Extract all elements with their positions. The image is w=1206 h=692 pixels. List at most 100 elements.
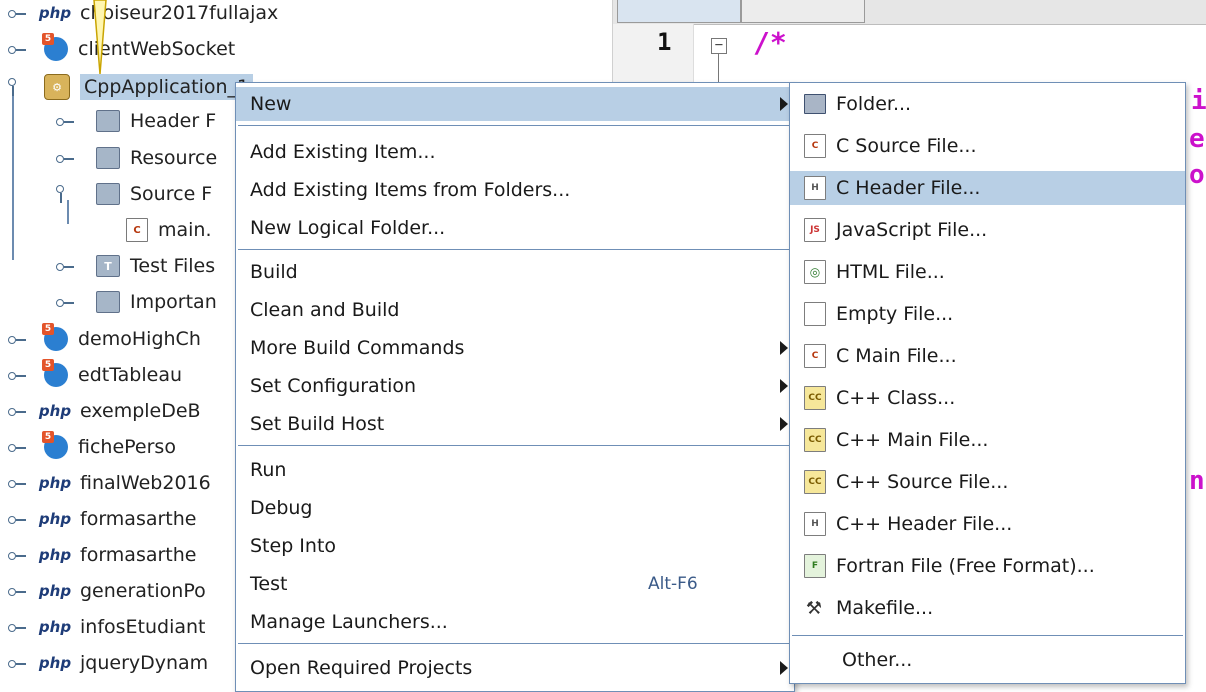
submenu-item-empty-file[interactable]: Empty File... — [790, 297, 1185, 331]
menu-item-test[interactable]: Test Alt-F6 — [236, 567, 794, 601]
submenu-item-other[interactable]: Other... — [790, 643, 1185, 677]
tree-item-exempledeb[interactable]: php exempleDeB — [0, 392, 201, 430]
menu-item-step-into[interactable]: Step Into — [236, 529, 794, 563]
menu-item-clean-and-build[interactable]: Clean and Build — [236, 293, 794, 327]
tree-item-test-files[interactable]: T Test Files — [0, 247, 215, 285]
submenu-item-makefile[interactable]: ⚒ Makefile... — [790, 591, 1185, 625]
submenu-item-cpp-source-file[interactable]: CC C++ Source File... — [790, 465, 1185, 499]
menu-item-set-configuration[interactable]: Set Configuration — [236, 369, 794, 403]
tree-item-formasarthe-2[interactable]: php formasarthe — [0, 536, 196, 574]
expand-handle[interactable] — [56, 150, 74, 166]
submenu-item-cpp-main-file[interactable]: CC C++ Main File... — [790, 423, 1185, 457]
menu-separator — [238, 445, 792, 446]
submenu-item-html-file[interactable]: ◎ HTML File... — [790, 255, 1185, 289]
makefile-icon: ⚒ — [805, 597, 823, 619]
tree-item-choiseur[interactable]: php choiseur2017fullajax — [0, 0, 278, 32]
tree-item-header-files[interactable]: Header F — [0, 102, 216, 140]
php-project-icon: php — [38, 4, 72, 22]
expand-handle[interactable] — [56, 258, 74, 274]
menu-item-run[interactable]: Run — [236, 453, 794, 487]
submenu-arrow-icon — [780, 417, 788, 431]
editor-tab[interactable] — [617, 0, 741, 23]
expand-handle[interactable] — [8, 367, 26, 383]
tree-item-resource-files[interactable]: Resource — [0, 139, 217, 177]
tree-item-label: main. — [158, 219, 212, 241]
collapse-handle[interactable] — [8, 76, 24, 96]
menu-item-label: Set Build Host — [250, 413, 385, 435]
menu-item-manage-launchers[interactable]: Manage Launchers... — [236, 605, 794, 639]
menu-item-add-existing-item[interactable]: Add Existing Item... — [236, 135, 794, 169]
menu-item-label: C++ Main File... — [836, 429, 989, 451]
folder-icon — [96, 183, 120, 205]
submenu-item-cpp-header-file[interactable]: H C++ Header File... — [790, 507, 1185, 541]
menu-item-label: Add Existing Item... — [250, 141, 436, 163]
tree-item-jquerydynam[interactable]: php jqueryDynam — [0, 644, 208, 682]
submenu-item-c-source-file[interactable]: C C Source File... — [790, 129, 1185, 163]
tree-item-generationpo[interactable]: php generationPo — [0, 572, 206, 610]
c-file-icon: C — [126, 218, 148, 242]
tree-item-clientwebsocket[interactable]: clientWebSocket — [0, 30, 235, 68]
tree-item-demohighch[interactable]: demoHighCh — [0, 320, 201, 358]
expand-handle[interactable] — [8, 439, 26, 455]
menu-item-build[interactable]: Build — [236, 255, 794, 289]
expand-handle[interactable] — [8, 5, 26, 21]
menu-item-new-logical-folder[interactable]: New Logical Folder... — [236, 211, 794, 245]
tree-item-label: Importan — [130, 291, 217, 313]
fold-toggle-icon[interactable]: − — [711, 38, 727, 54]
expand-handle[interactable] — [8, 331, 26, 347]
expand-handle[interactable] — [8, 475, 26, 491]
submenu-item-folder[interactable]: Folder... — [790, 87, 1185, 121]
expand-handle[interactable] — [8, 655, 26, 671]
html-file-icon: ◎ — [804, 260, 826, 284]
html5-project-icon — [42, 431, 68, 459]
menu-item-label: C Source File... — [836, 135, 977, 157]
tree-item-infosetudiant[interactable]: php infosEtudiant — [0, 608, 206, 646]
expand-handle[interactable] — [8, 619, 26, 635]
tree-item-ficheperso[interactable]: fichePerso — [0, 428, 176, 466]
code-text-fragment: o — [1189, 160, 1205, 190]
menu-item-label: New — [250, 93, 292, 115]
submenu-item-fortran-file[interactable]: F Fortran File (Free Format)... — [790, 549, 1185, 583]
collapse-handle[interactable] — [56, 183, 72, 203]
tree-item-label: CppApplication_1 — [80, 74, 254, 100]
tree-item-edttableau[interactable]: edtTableau — [0, 356, 182, 394]
tree-item-finalweb2016[interactable]: php finalWeb2016 — [0, 464, 211, 502]
cpp-header-file-icon: H — [804, 512, 826, 536]
menu-item-label: Makefile... — [836, 597, 934, 619]
expand-handle[interactable] — [56, 113, 74, 129]
menu-separator — [238, 125, 792, 126]
menu-item-debug[interactable]: Debug — [236, 491, 794, 525]
editor-tab[interactable] — [741, 0, 865, 23]
code-text-fragment: i — [1191, 86, 1206, 116]
tree-item-label: generationPo — [80, 580, 206, 602]
menu-item-more-build-commands[interactable]: More Build Commands — [236, 331, 794, 365]
menu-item-set-build-host[interactable]: Set Build Host — [236, 407, 794, 441]
tree-item-source-files[interactable]: Source F — [0, 175, 212, 213]
submenu-item-c-main-file[interactable]: C C Main File... — [790, 339, 1185, 373]
expand-handle[interactable] — [8, 547, 26, 563]
php-project-icon: php — [38, 510, 72, 528]
menu-item-new[interactable]: New — [236, 87, 794, 121]
cpp-class-icon: CC — [804, 386, 826, 410]
expand-handle[interactable] — [8, 583, 26, 599]
submenu-item-javascript-file[interactable]: JS JavaScript File... — [790, 213, 1185, 247]
expand-handle[interactable] — [8, 403, 26, 419]
c-header-file-icon: H — [804, 176, 826, 200]
menu-item-add-existing-items-from-folders[interactable]: Add Existing Items from Folders... — [236, 173, 794, 207]
tree-item-important-files[interactable]: Importan — [0, 283, 217, 321]
menu-item-label: Debug — [250, 497, 313, 519]
submenu-item-cpp-class[interactable]: CC C++ Class... — [790, 381, 1185, 415]
tree-item-label: finalWeb2016 — [80, 472, 211, 494]
menu-item-label: Clean and Build — [250, 299, 400, 321]
tree-item-formasarthe-1[interactable]: php formasarthe — [0, 500, 196, 538]
expand-handle[interactable] — [56, 294, 74, 310]
expand-handle[interactable] — [8, 511, 26, 527]
expand-handle[interactable] — [8, 41, 26, 57]
tree-item-label: jqueryDynam — [80, 652, 209, 674]
menu-item-open-required-projects[interactable]: Open Required Projects — [236, 651, 794, 685]
menu-item-label: Test — [250, 573, 288, 595]
tree-item-cppapplication[interactable]: ⚙ CppApplication_1 — [0, 68, 254, 106]
submenu-item-c-header-file[interactable]: H C Header File... — [790, 171, 1185, 205]
menu-item-label: C++ Class... — [836, 387, 956, 409]
tree-item-main-file[interactable]: C main. — [0, 211, 212, 249]
